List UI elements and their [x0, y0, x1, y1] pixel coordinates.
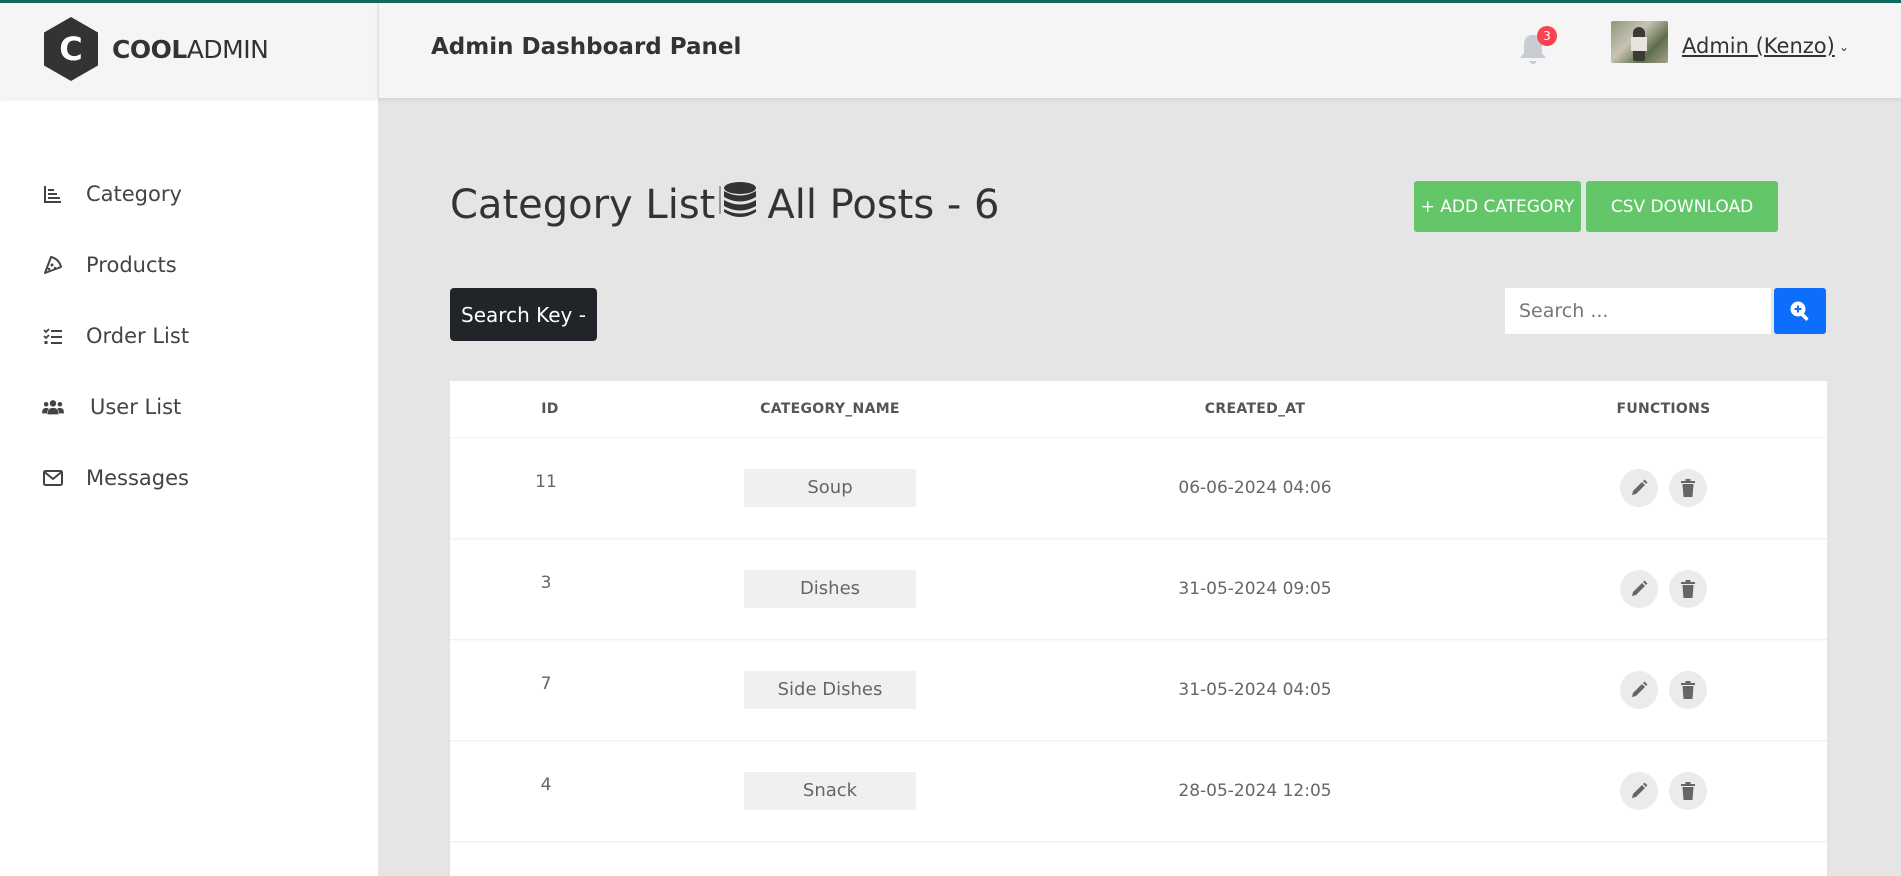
row-created-at: 06-06-2024 04:06 [1178, 478, 1332, 498]
add-category-button[interactable]: + ADD CATEGORY [1414, 181, 1581, 232]
sidebar: C COOLADMIN Category Products Order List [0, 0, 378, 876]
sidebar-item-label: User List [90, 394, 182, 419]
sidebar-item-label: Order List [86, 323, 190, 348]
logo-text-bold: COOL [112, 34, 187, 64]
row-actions [1500, 772, 1827, 810]
user-menu-name[interactable]: Admin (Kenzo) [1682, 34, 1835, 58]
svg-text:C: C [59, 30, 82, 68]
row-functions [1500, 671, 1827, 709]
avatar[interactable] [1611, 21, 1668, 63]
users-icon [42, 396, 64, 418]
category-name-badge: Snack [744, 772, 916, 810]
logo-text-normal: ADMIN [186, 34, 269, 64]
chevron-down-icon[interactable]: ⌄ [1839, 40, 1849, 54]
logo-text: COOLADMIN [112, 34, 269, 64]
column-header-id: ID [541, 401, 559, 417]
row-created-at: 28-05-2024 12:05 [1178, 781, 1332, 801]
header-bar: Admin Dashboard Panel 3 Admin (Kenzo) ⌄ [378, 0, 1901, 98]
search-input[interactable] [1505, 288, 1771, 334]
logo-hex-icon: C [44, 17, 98, 81]
sidebar-item-label: Products [86, 252, 177, 277]
posts-count-text: All Posts - 6 [767, 182, 1000, 228]
trash-icon [1681, 580, 1695, 598]
edit-button[interactable] [1620, 772, 1658, 810]
row-id: 3 [540, 573, 552, 593]
table-header: ID CATEGORY_NAME CREATED_AT FUNCTIONS [450, 381, 1827, 438]
row-name-cell: Side Dishes [650, 671, 1010, 709]
category-name-badge: Side Dishes [744, 671, 916, 709]
row-actions [1500, 671, 1827, 709]
table-row-partial [450, 842, 1827, 876]
column-header-category-name: CATEGORY_NAME [760, 401, 900, 417]
notification-badge: 3 [1537, 26, 1557, 46]
table-row: 3 Dishes 31-05-2024 09:05 [450, 539, 1827, 640]
pencil-icon [1632, 479, 1648, 495]
delete-button[interactable] [1669, 772, 1707, 810]
search-plus-icon [1790, 301, 1809, 321]
delete-button[interactable] [1669, 469, 1707, 507]
category-name-badge: Soup [744, 469, 916, 507]
envelope-icon [42, 467, 64, 489]
edit-button[interactable] [1620, 570, 1658, 608]
row-functions [1500, 469, 1827, 507]
row-name-cell: Dishes [650, 570, 1010, 608]
column-header-created-at: CREATED_AT [1204, 401, 1306, 417]
table-row: 4 Snack 28-05-2024 12:05 [450, 741, 1827, 842]
sidebar-item-user-list[interactable]: User List [0, 371, 378, 442]
sidebar-item-products[interactable]: Products [0, 229, 378, 300]
csv-download-button[interactable]: CSV DOWNLOAD [1586, 181, 1778, 232]
edit-button[interactable] [1620, 671, 1658, 709]
trash-icon [1681, 782, 1695, 800]
sidebar-item-category[interactable]: Category [0, 158, 378, 229]
row-actions [1500, 570, 1827, 608]
pencil-icon [1632, 782, 1648, 798]
sidebar-nav: Category Products Order List User List M… [0, 158, 378, 513]
pizza-slice-icon [42, 254, 64, 276]
row-id: 7 [540, 674, 552, 694]
row-functions [1500, 570, 1827, 608]
page-header-title: Admin Dashboard Panel [431, 34, 742, 60]
list-check-icon [42, 325, 64, 347]
row-created-at: 31-05-2024 09:05 [1178, 579, 1332, 599]
delete-button[interactable] [1669, 671, 1707, 709]
page-title-text: Category List [450, 182, 716, 228]
page-title: Category List All Posts - 6 [450, 180, 1000, 230]
table-row: 11 Soup 06-06-2024 04:06 [450, 438, 1827, 539]
column-header-functions: FUNCTIONS [1616, 401, 1711, 417]
search-key-button[interactable]: Search Key - [450, 288, 597, 341]
sidebar-item-label: Messages [86, 465, 189, 490]
category-name-badge: Dishes [744, 570, 916, 608]
delete-button[interactable] [1669, 570, 1707, 608]
main-content: Category List All Posts - 6 + ADD CATEGO… [378, 98, 1901, 876]
row-id: 4 [540, 775, 552, 795]
edit-button[interactable] [1620, 469, 1658, 507]
top-accent-line [0, 0, 1901, 3]
chart-bar-icon [42, 183, 64, 205]
row-actions [1500, 469, 1827, 507]
trash-icon [1681, 479, 1695, 497]
pencil-icon [1632, 580, 1648, 596]
avatar-figure-shirt [1631, 37, 1647, 51]
database-icon [719, 180, 759, 230]
row-name-cell: Snack [650, 772, 1010, 810]
sidebar-item-order-list[interactable]: Order List [0, 300, 378, 371]
trash-icon [1681, 681, 1695, 699]
search-button[interactable] [1774, 288, 1826, 334]
sidebar-item-messages[interactable]: Messages [0, 442, 378, 513]
pencil-icon [1632, 681, 1648, 697]
row-created-at: 31-05-2024 04:05 [1178, 680, 1332, 700]
row-functions [1500, 772, 1827, 810]
category-table: ID CATEGORY_NAME CREATED_AT FUNCTIONS 11… [450, 381, 1827, 876]
logo[interactable]: C COOLADMIN [0, 0, 378, 98]
row-id: 11 [535, 472, 557, 492]
table-row: 7 Side Dishes 31-05-2024 04:05 [450, 640, 1827, 741]
sidebar-item-label: Category [86, 181, 182, 206]
row-name-cell: Soup [650, 469, 1010, 507]
